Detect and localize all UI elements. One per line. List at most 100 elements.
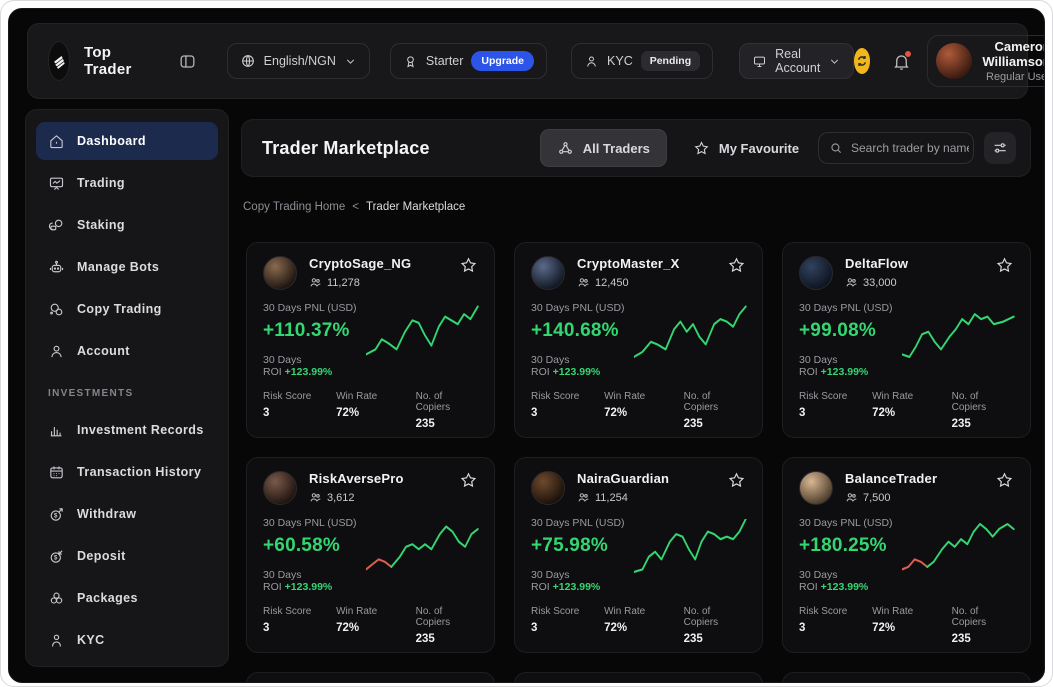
copy-icon	[48, 301, 65, 318]
favourite-star-icon[interactable]	[459, 471, 478, 490]
kyc-icon	[48, 632, 65, 649]
account-type-selector[interactable]: Real Account	[739, 43, 854, 79]
trader-name: DeltaFlow	[845, 256, 908, 271]
trader-avatar	[263, 256, 297, 290]
trader-avatar	[799, 471, 833, 505]
sidebar-item-dashboard[interactable]: Dashboard	[36, 122, 218, 160]
roi-line: 30 Days ROI+123.99%	[531, 354, 634, 378]
trader-grid: CryptoSage_NG 11,278 30 Days PNL (USD) +…	[246, 242, 1031, 683]
win-rate-value: 72%	[872, 622, 952, 634]
sidebar-item-copy-trading[interactable]: Copy Trading	[36, 290, 218, 328]
upgrade-button[interactable]: Upgrade	[471, 51, 534, 71]
sidebar-item-label: Transaction History	[77, 465, 201, 479]
win-rate-label: Win Rate	[336, 606, 416, 617]
trader-name: BalanceTrader	[845, 471, 937, 486]
risk-score-value: 3	[263, 407, 336, 419]
breadcrumb-parent-link[interactable]: Copy Trading Home	[243, 201, 345, 213]
language-selector[interactable]: English/NGN	[227, 43, 370, 79]
sidebar-item-transaction-history[interactable]: Transaction History	[36, 453, 218, 491]
risk-score-label: Risk Score	[799, 606, 872, 617]
layers-logo-icon	[49, 51, 69, 71]
marketplace-tabs: All Traders My Favourite	[540, 129, 815, 167]
sidebar-item-label: Account	[77, 344, 130, 358]
trader-stats: Risk Score3 Win Rate72% No. of Copiers23…	[799, 391, 1014, 430]
favourite-star-icon[interactable]	[459, 256, 478, 275]
group-icon	[845, 276, 858, 289]
pnl-sparkline-chart	[902, 519, 1018, 577]
roi-value: +123.99%	[553, 366, 601, 378]
sidebar-item-kyc[interactable]: KYC	[36, 621, 218, 659]
trader-name: CryptoMaster_X	[577, 256, 680, 271]
sidebar-nav: Dashboard Trading Staking Manage Bots Co…	[36, 122, 218, 370]
globe-icon	[240, 53, 256, 69]
sidebar-item-staking[interactable]: Staking	[36, 206, 218, 244]
pnl-sparkline-chart	[366, 304, 482, 362]
favourite-star-icon[interactable]	[995, 471, 1014, 490]
trader-identity: CryptoSage_NG 11,278	[309, 256, 411, 289]
search-input[interactable]	[851, 141, 969, 155]
trader-card-alphapulse: AlphaPulse	[514, 672, 763, 683]
user-icon	[584, 54, 599, 69]
page-title: Trader Marketplace	[262, 138, 430, 159]
pnl-sparkline-chart	[634, 304, 750, 362]
language-label: English/NGN	[264, 54, 336, 68]
award-icon	[403, 54, 418, 69]
sidebar-item-label: KYC	[77, 633, 105, 647]
trader-followers: 7,500	[845, 491, 937, 504]
group-icon	[577, 276, 590, 289]
trader-name: RiskAversePro	[309, 471, 404, 486]
filter-button[interactable]	[984, 132, 1016, 164]
monitor-icon	[752, 54, 767, 69]
favourite-star-icon[interactable]	[727, 471, 746, 490]
staking-icon	[48, 217, 65, 234]
favourite-star-icon[interactable]	[995, 256, 1014, 275]
pnl-label: 30 Days PNL (USD)	[263, 302, 366, 314]
sidebar-item-deposit[interactable]: $ Deposit	[36, 537, 218, 575]
breadcrumb: Copy Trading Home < Trader Marketplace	[243, 201, 465, 213]
sidebar-item-manage-bots[interactable]: Manage Bots	[36, 248, 218, 286]
trader-stats: Risk Score3 Win Rate72% No. of Copiers23…	[263, 391, 478, 430]
sidebar-item-account[interactable]: Account	[36, 332, 218, 370]
user-profile-menu[interactable]: Cameron Williamson Regular User	[927, 35, 1045, 87]
packages-icon	[48, 590, 65, 607]
roi-value: +123.99%	[553, 581, 601, 593]
trader-name: NairaGuardian	[577, 471, 669, 486]
sidebar-item-withdraw[interactable]: $ Withdraw	[36, 495, 218, 533]
pnl-label: 30 Days PNL (USD)	[799, 517, 902, 529]
sidebar-item-packages[interactable]: Packages	[36, 579, 218, 617]
roi-value: +123.99%	[821, 366, 869, 378]
trader-card-cryptomaster-x: CryptoMaster_X 12,450 30 Days PNL (USD) …	[514, 242, 763, 438]
chevron-down-icon	[828, 55, 841, 68]
risk-score-value: 3	[531, 622, 604, 634]
trader-stats: Risk Score3 Win Rate72% No. of Copiers23…	[263, 606, 478, 645]
trader-avatar	[263, 471, 297, 505]
risk-score-value: 3	[531, 407, 604, 419]
sidebar-item-investment-records[interactable]: Investment Records	[36, 411, 218, 449]
risk-score-label: Risk Score	[799, 391, 872, 402]
trader-stats: Risk Score3 Win Rate72% No. of Copiers23…	[531, 606, 746, 645]
sidebar-item-label: Dashboard	[77, 134, 146, 148]
copiers-label: No. of Copiers	[684, 606, 746, 628]
sidebar-item-trading[interactable]: Trading	[36, 164, 218, 202]
notifications-button[interactable]	[892, 52, 911, 71]
trader-avatar	[531, 256, 565, 290]
group-icon	[845, 491, 858, 504]
group-icon	[577, 491, 590, 504]
trader-search[interactable]	[818, 132, 974, 164]
followers-count: 7,500	[863, 492, 891, 504]
breadcrumb-current: Trader Marketplace	[366, 201, 465, 213]
pnl-sparkline-chart	[902, 304, 1018, 362]
win-rate-value: 72%	[336, 622, 416, 634]
home-icon	[48, 133, 65, 150]
exchange-arrows-icon	[854, 53, 870, 69]
copiers-label: No. of Copiers	[952, 606, 1014, 628]
currency-exchange-button[interactable]	[854, 48, 870, 74]
favourite-star-icon[interactable]	[727, 256, 746, 275]
tab-all-traders[interactable]: All Traders	[540, 129, 667, 167]
followers-count: 11,278	[327, 277, 360, 289]
search-icon	[829, 141, 843, 155]
sidebar-item-label: Deposit	[77, 549, 126, 563]
sidebar-collapse-button[interactable]	[178, 52, 197, 71]
tab-my-favourite[interactable]: My Favourite	[677, 129, 815, 167]
win-rate-label: Win Rate	[872, 606, 952, 617]
